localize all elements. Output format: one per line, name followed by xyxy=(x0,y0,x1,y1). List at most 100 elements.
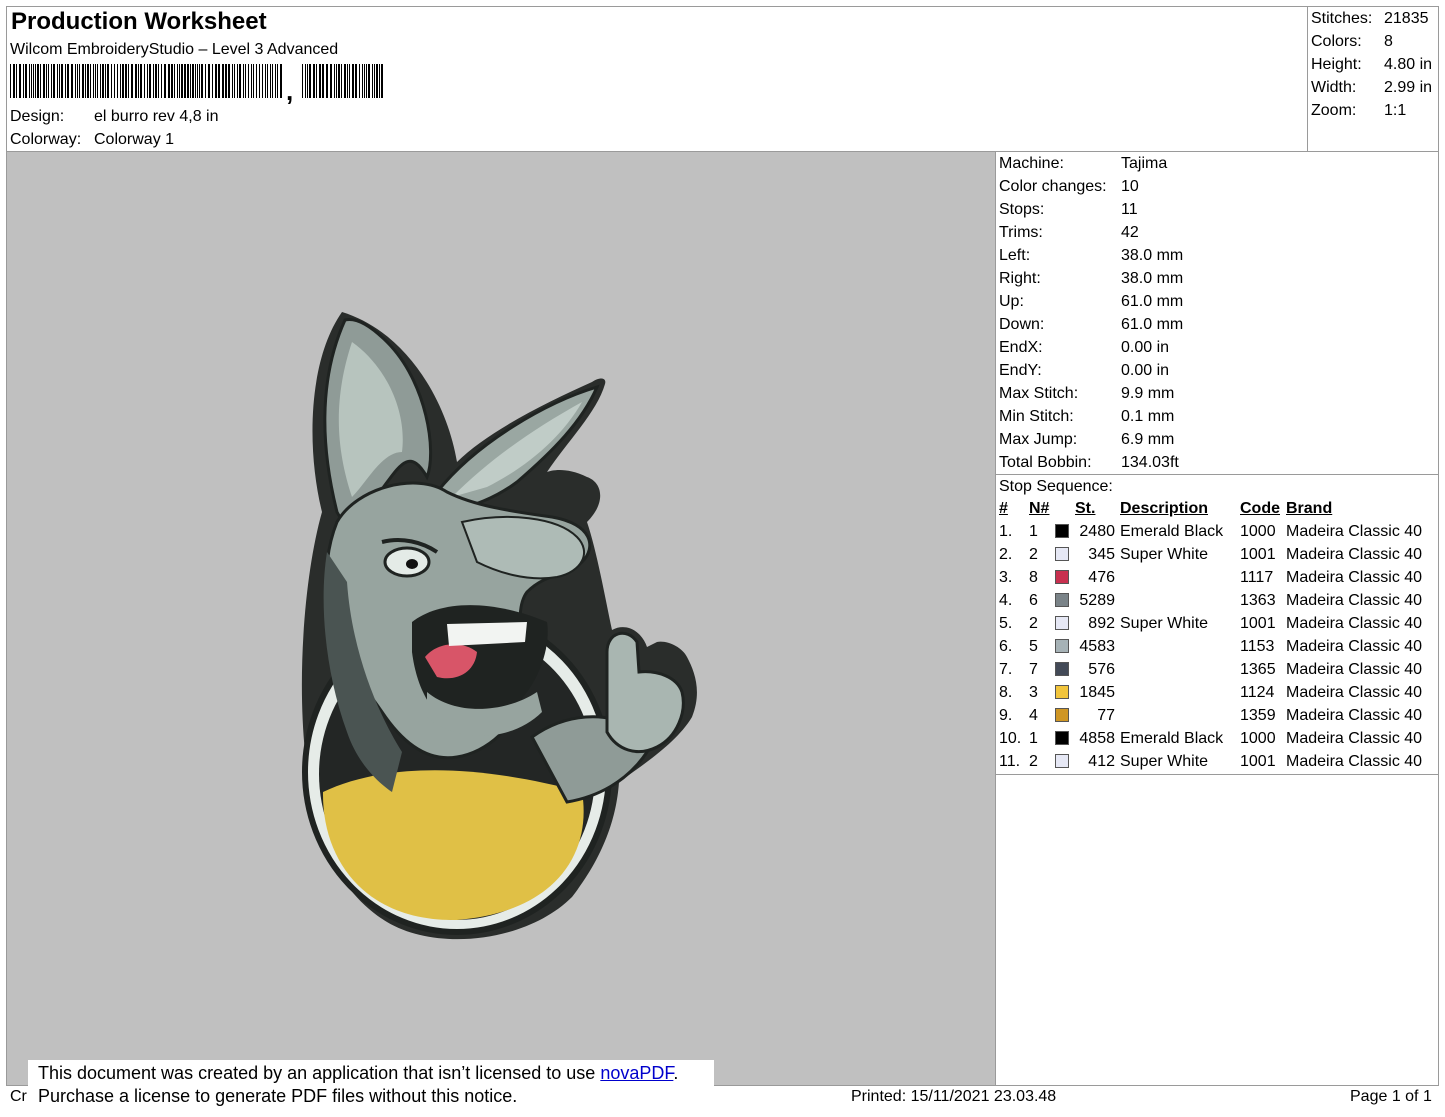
machine-info-row: Max Jump: 6.9 mm xyxy=(999,428,1435,451)
barcode-bar xyxy=(168,64,170,98)
row-color-swatch xyxy=(1055,520,1075,543)
col-n-header: N# xyxy=(1029,500,1050,517)
summary-value: 2.99 in xyxy=(1384,79,1433,96)
stop-sequence-row: 6. 5 4583 1153 Madeira Classic 40 xyxy=(997,635,1437,658)
barcode-bar xyxy=(313,64,315,98)
barcode-bar xyxy=(29,64,30,98)
barcode-bar xyxy=(117,64,118,98)
row-description xyxy=(1115,658,1236,681)
notice-line-2: Purchase a license to generate PDF files… xyxy=(38,1086,518,1106)
row-description: Super White xyxy=(1120,546,1209,563)
row-code: 1153 xyxy=(1240,638,1275,655)
row-brand: Madeira Classic 40 xyxy=(1286,638,1423,655)
pupil xyxy=(406,559,418,569)
stop-sequence-rows: 1. 1 2480 Emerald Black 1000 Madeira Classic … xyxy=(997,520,1437,773)
row-stitches: 5289 xyxy=(1079,592,1115,609)
barcode-bar xyxy=(13,64,15,98)
barcode-bar xyxy=(225,64,227,98)
machine-info-label: Stops: xyxy=(999,201,1045,218)
summary-label: Stitches: xyxy=(1311,10,1373,27)
barcode-bar xyxy=(341,64,342,98)
barcode-bar xyxy=(100,64,101,98)
summary-row: Height: 4.80 in xyxy=(1311,53,1436,76)
stop-sequence-row: 11. 2 412 Super White 1001 Madeira Classic 40 xyxy=(997,750,1437,773)
machine-info-label: Machine: xyxy=(999,155,1064,172)
summary-row: Stitches: 21835 xyxy=(1311,7,1436,30)
machine-info-row: Right: 38.0 mm xyxy=(999,267,1435,290)
stop-sequence-row: 5. 2 892 Super White 1001 Madeira Classic 40 xyxy=(997,612,1437,635)
barcode-bar xyxy=(140,64,142,98)
colorway-label: Colorway: xyxy=(10,131,82,148)
row-code: 1359 xyxy=(1240,707,1276,724)
barcode-bar xyxy=(253,64,254,98)
barcode xyxy=(10,64,383,98)
row-stitches: 77 xyxy=(1097,707,1115,724)
row-num: 7. xyxy=(999,661,1013,678)
barcode-bar xyxy=(355,64,357,98)
barcode-bar xyxy=(57,64,58,98)
barcode-bar xyxy=(243,64,244,98)
barcode-bar xyxy=(181,64,183,98)
row-num: 8. xyxy=(999,684,1013,701)
row-needle: 2 xyxy=(1029,753,1038,770)
machine-info-value: 10 xyxy=(1121,178,1139,195)
barcode-bar xyxy=(251,64,252,98)
row-code: 1117 xyxy=(1240,569,1274,586)
summary-value: 4.80 in xyxy=(1384,56,1433,73)
col-brand-header: Brand xyxy=(1286,500,1333,517)
row-num: 1. xyxy=(999,523,1013,540)
barcode-bar xyxy=(184,64,186,98)
machine-info-row: Color changes: 10 xyxy=(999,175,1435,198)
machine-info-row: Down: 61.0 mm xyxy=(999,313,1435,336)
barcode-bar xyxy=(93,64,94,98)
barcode-bar xyxy=(19,64,21,98)
machine-info-row: Total Bobbin: 134.03ft xyxy=(999,451,1435,474)
row-stitches: 345 xyxy=(1088,546,1115,563)
machine-info-label: EndX: xyxy=(999,339,1043,356)
info-divider-2 xyxy=(995,774,1439,775)
row-brand: Madeira Classic 40 xyxy=(1286,546,1423,563)
barcode-bar xyxy=(147,64,148,98)
row-needle: 2 xyxy=(1029,615,1038,632)
row-needle: 5 xyxy=(1029,638,1038,655)
barcode-bar xyxy=(90,64,91,98)
row-code: 1000 xyxy=(1240,730,1276,747)
machine-info-row: Left: 38.0 mm xyxy=(999,244,1435,267)
notice-line-1: This document was created by an applicat… xyxy=(38,1062,704,1085)
color-swatch xyxy=(1055,524,1069,538)
row-needle: 1 xyxy=(1029,523,1038,540)
software-name: Wilcom EmbroideryStudio – Level 3 Advanc… xyxy=(10,41,339,58)
stop-sequence-row: 4. 6 5289 1363 Madeira Classic 40 xyxy=(997,589,1437,612)
novapdf-link[interactable]: novaPDF xyxy=(600,1063,673,1083)
barcode-bar xyxy=(37,64,39,98)
barcode-bar xyxy=(16,64,17,98)
row-code: 1363 xyxy=(1240,592,1276,609)
barcode-bar xyxy=(179,64,180,98)
barcode-bar xyxy=(82,64,84,98)
col-st-header: St. xyxy=(1075,500,1096,517)
machine-info-label: Right: xyxy=(999,270,1041,287)
color-swatch xyxy=(1055,547,1069,561)
row-description: Emerald Black xyxy=(1120,523,1224,540)
color-swatch xyxy=(1055,731,1069,745)
row-description: Super White xyxy=(1120,615,1209,632)
row-brand: Madeira Classic 40 xyxy=(1286,615,1423,632)
color-swatch xyxy=(1055,639,1069,653)
row-code: 1000 xyxy=(1240,523,1276,540)
row-code: 1001 xyxy=(1240,753,1276,770)
barcode-bar xyxy=(85,64,86,98)
barcode-bar xyxy=(158,64,159,98)
summary-row: Zoom: 1:1 xyxy=(1311,99,1436,122)
machine-info-row: Trims: 42 xyxy=(999,221,1435,244)
row-code: 1124 xyxy=(1240,684,1275,701)
design-preview xyxy=(7,152,995,1085)
row-code: 1365 xyxy=(1240,661,1276,678)
machine-info-label: Total Bobbin: xyxy=(999,454,1092,471)
summary-row: Width: 2.99 in xyxy=(1311,76,1436,99)
stop-sequence-row: 8. 3 1845 1124 Madeira Classic 40 xyxy=(997,681,1437,704)
color-swatch xyxy=(1055,685,1069,699)
barcode-bar xyxy=(277,64,278,98)
row-needle: 2 xyxy=(1029,546,1038,563)
row-color-swatch xyxy=(1055,589,1075,612)
machine-info-value: 0.00 in xyxy=(1121,339,1170,356)
